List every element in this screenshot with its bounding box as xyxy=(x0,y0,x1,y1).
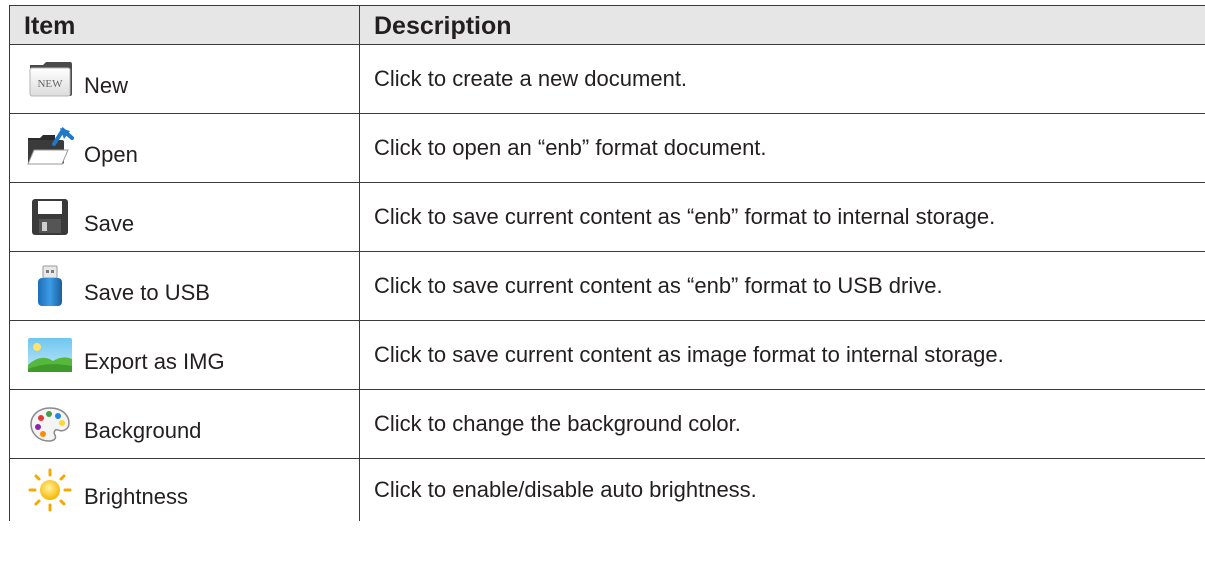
description-cell: Click to enable/disable auto brightness. xyxy=(374,477,757,502)
feature-table: Item Description NEW New Click to create… xyxy=(9,5,1205,521)
table-row: Save to USB Click to save current conten… xyxy=(10,252,1205,321)
header-item: Item xyxy=(10,6,360,44)
floppy-disk-icon xyxy=(26,194,74,240)
description-cell: Click to save current content as image f… xyxy=(374,342,1004,367)
item-label: Background xyxy=(84,418,202,443)
item-cell: Save xyxy=(10,183,360,251)
item-label: New xyxy=(84,73,129,98)
sun-icon xyxy=(26,467,74,513)
open-folder-icon xyxy=(26,125,74,171)
description-cell: Click to create a new document. xyxy=(374,66,688,91)
item-cell: NEW New xyxy=(10,45,360,113)
table-row: Save Click to save current content as “e… xyxy=(10,183,1205,252)
item-label: Save xyxy=(84,211,135,236)
item-cell: Brightness xyxy=(10,459,360,521)
header-description: Description xyxy=(374,12,512,40)
item-label: Open xyxy=(84,142,138,167)
table-row: NEW New Click to create a new document. xyxy=(10,45,1205,114)
new-document-icon: NEW xyxy=(26,56,74,102)
table-row: Open Click to open an “enb” format docum… xyxy=(10,114,1205,183)
item-cell: Background xyxy=(10,390,360,458)
table-row: Brightness Click to enable/disable auto … xyxy=(10,459,1205,521)
table-header-row: Item Description xyxy=(10,6,1205,45)
image-landscape-icon xyxy=(26,332,74,378)
item-cell: Save to USB xyxy=(10,252,360,320)
palette-icon xyxy=(26,401,74,447)
description-cell: Click to open an “enb” format document. xyxy=(374,135,767,160)
item-cell: Export as IMG xyxy=(10,321,360,389)
description-cell: Click to save current content as “enb” f… xyxy=(374,273,943,298)
item-label: Brightness xyxy=(84,484,188,509)
description-cell: Click to save current content as “enb” f… xyxy=(374,204,996,229)
item-label: Save to USB xyxy=(84,280,210,305)
description-cell: Click to change the background color. xyxy=(374,411,741,436)
item-cell: Open xyxy=(10,114,360,182)
item-label: Export as IMG xyxy=(84,349,225,374)
table-row: Export as IMG Click to save current cont… xyxy=(10,321,1205,390)
usb-drive-icon xyxy=(26,263,74,309)
table-row: Background Click to change the backgroun… xyxy=(10,390,1205,459)
svg-text:NEW: NEW xyxy=(37,78,63,90)
